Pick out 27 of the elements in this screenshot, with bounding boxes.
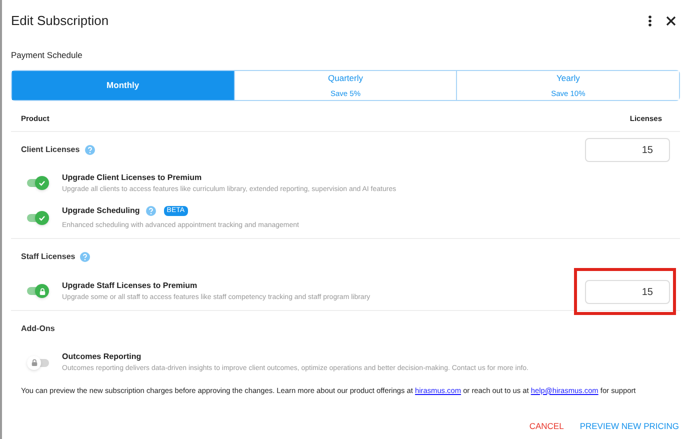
check-icon (38, 179, 46, 188)
section-label: Payment Schedule (11, 48, 84, 62)
schedule-tab[interactable]: Monthly (12, 71, 234, 100)
toggle-switch[interactable] (27, 176, 49, 190)
license-count-field[interactable]: 15 (585, 280, 670, 304)
lock-icon (38, 288, 46, 295)
cancel-button[interactable]: CANCEL (529, 420, 564, 432)
license-count-field[interactable]: 15 (585, 138, 670, 162)
feature-name: Upgrade Client Licenses to Premium (62, 172, 202, 184)
feature-name: Upgrade Scheduling (62, 205, 140, 217)
section-title: Staff Licenses (21, 250, 76, 262)
section-title: Add-Ons (21, 323, 55, 335)
help-icon[interactable] (80, 252, 90, 262)
check-icon (38, 214, 46, 222)
toggle-switch[interactable] (27, 211, 49, 226)
help-icon[interactable] (84, 144, 95, 154)
section-title: Client Licenses (21, 144, 80, 156)
toggle-switch[interactable] (27, 356, 49, 370)
dialog-title: Edit Subscription (11, 12, 109, 30)
feature-name: Upgrade Staff Licenses to Premium (62, 280, 198, 292)
feature-name: Outcomes Reporting (62, 351, 142, 363)
preview-pricing-button[interactable]: PREVIEW NEW PRICING (580, 420, 679, 432)
lock-icon (30, 359, 38, 366)
help-icon[interactable] (146, 206, 156, 216)
close-icon[interactable] (666, 16, 676, 26)
more-options-icon[interactable] (648, 14, 652, 27)
toggle-switch[interactable] (27, 284, 49, 298)
